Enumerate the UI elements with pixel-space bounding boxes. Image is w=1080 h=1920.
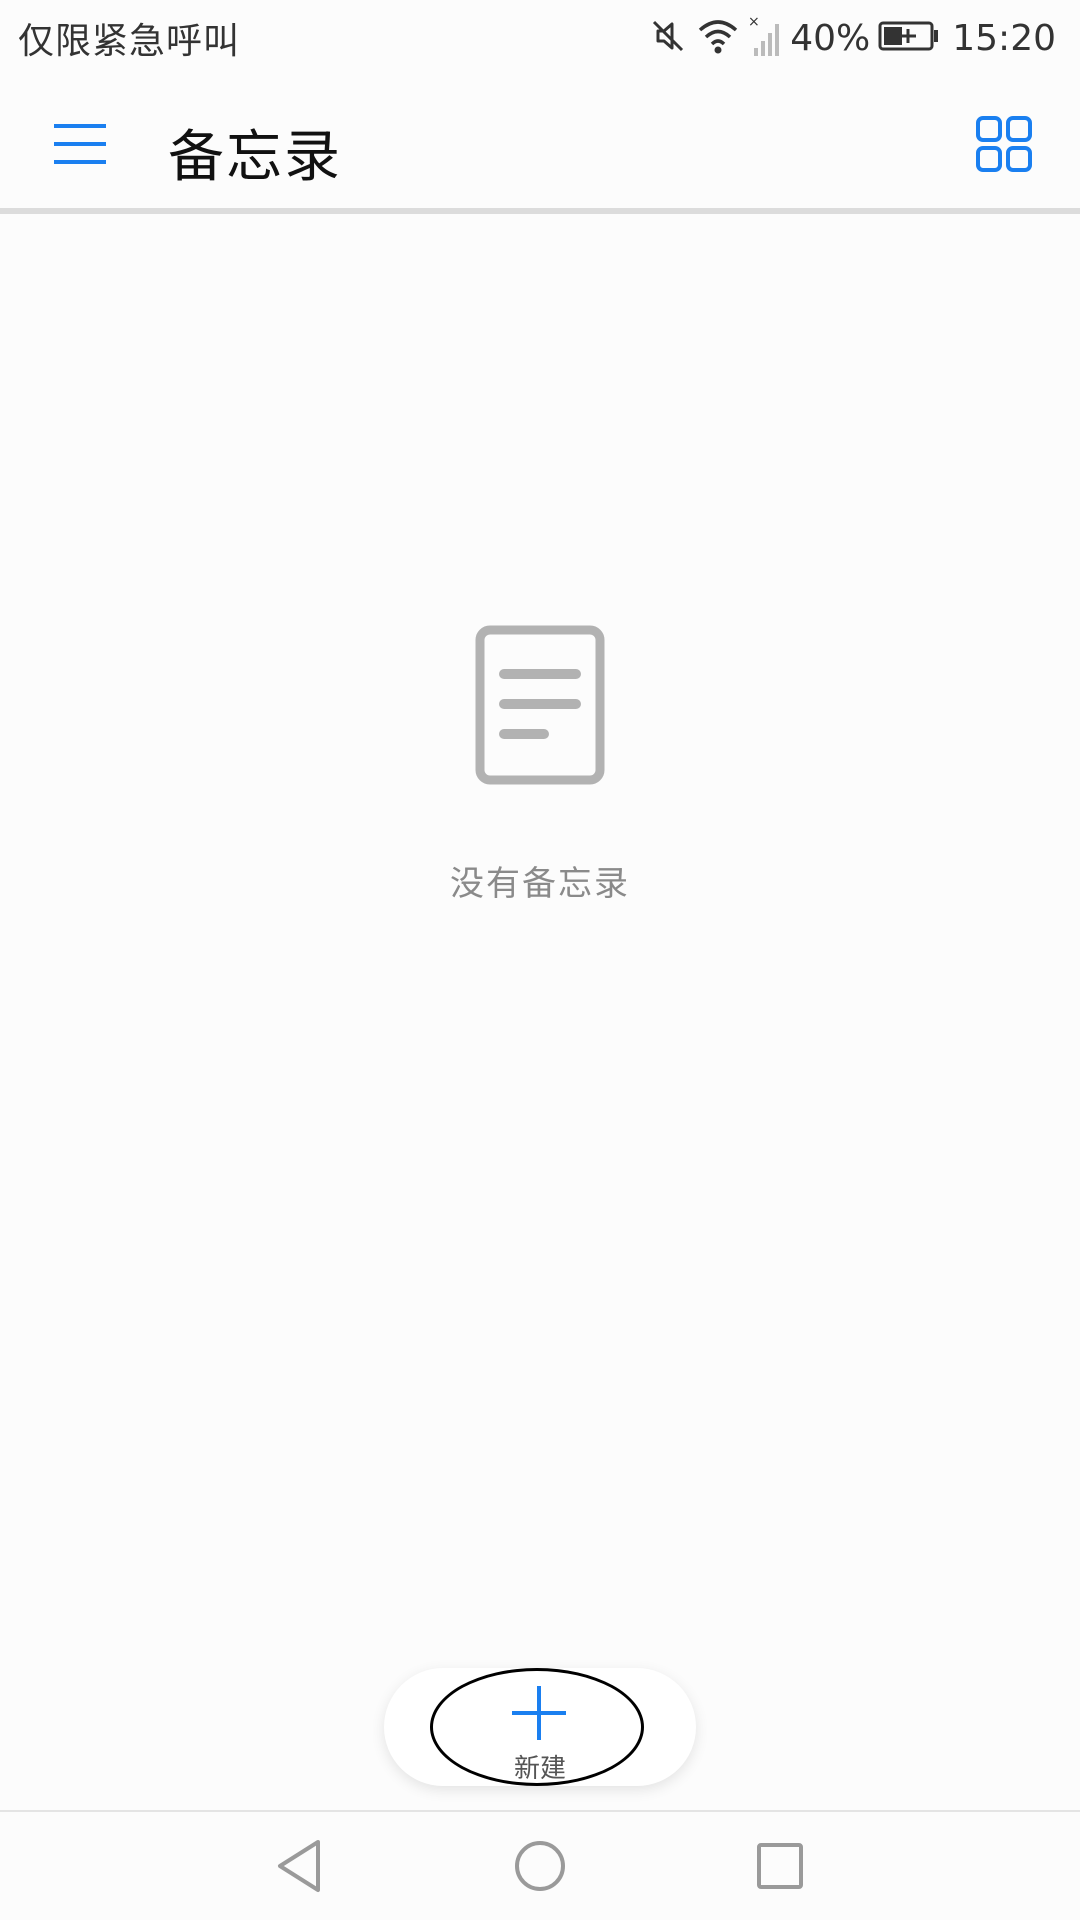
battery-percent: 40% xyxy=(790,17,871,59)
app-bar: 备忘录 xyxy=(0,76,1080,208)
menu-button[interactable] xyxy=(50,116,120,172)
wifi-icon xyxy=(696,16,740,60)
new-note-label: 新建 xyxy=(513,1754,566,1784)
mute-icon xyxy=(648,16,688,60)
home-circle-icon xyxy=(515,1841,565,1891)
page-title: 备忘录 xyxy=(168,125,342,190)
plus-icon xyxy=(510,1684,568,1742)
app-bar-divider xyxy=(0,208,1080,214)
carrier-text: 仅限紧急呼叫 xyxy=(18,21,241,62)
clock: 15:20 xyxy=(952,17,1056,59)
grid-view-button[interactable] xyxy=(972,112,1036,176)
home-button[interactable] xyxy=(510,1836,570,1896)
grid-view-icon xyxy=(976,116,1032,172)
back-triangle-icon xyxy=(278,1840,320,1892)
system-nav-bar xyxy=(0,1812,1080,1920)
empty-state-message: 没有备忘录 xyxy=(450,864,630,904)
status-icons: × 40% 15:20 xyxy=(640,10,1056,66)
svg-text:×: × xyxy=(748,14,760,30)
no-signal-icon: × xyxy=(748,14,782,62)
recents-button[interactable] xyxy=(750,1836,810,1896)
notes-screen: 仅限紧急呼叫 × 40% 15:20 备忘录 没有备忘录 新建 xyxy=(0,0,1080,1920)
hamburger-menu-icon xyxy=(54,124,106,164)
status-bar: 仅限紧急呼叫 × 40% 15:20 xyxy=(0,0,1080,76)
battery-charging-icon xyxy=(878,19,940,57)
note-document-icon xyxy=(474,624,606,786)
back-button[interactable] xyxy=(270,1836,330,1896)
recents-square-icon xyxy=(757,1843,803,1889)
